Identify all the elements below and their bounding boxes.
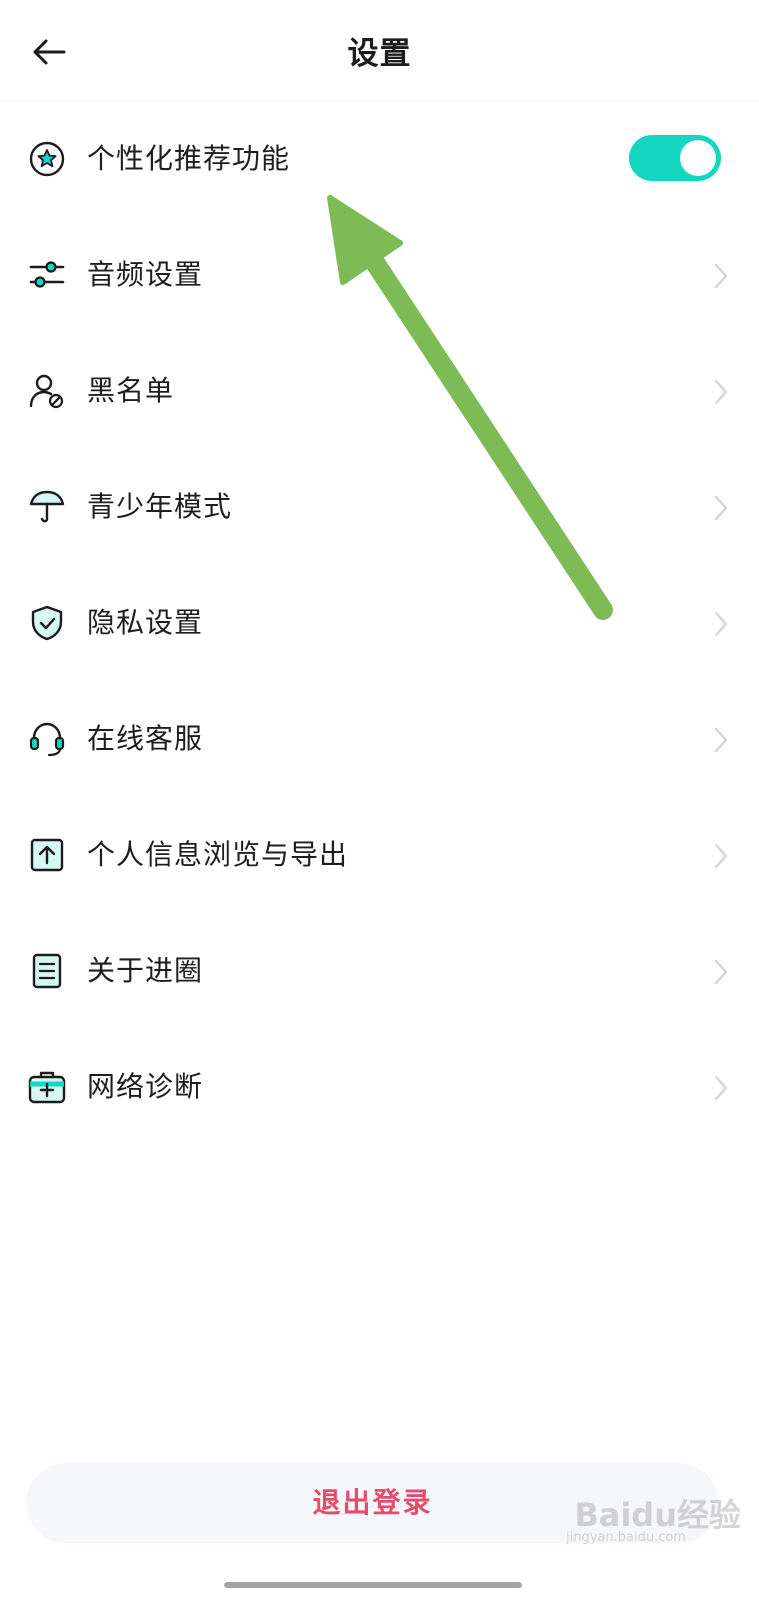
setting-label: 网络诊断 [87, 1070, 204, 1103]
chevron-right-icon [714, 727, 728, 753]
chevron-right-icon [714, 379, 728, 405]
umbrella-icon [29, 490, 65, 523]
setting-teen-mode[interactable]: 青少年模式 [0, 449, 759, 565]
chevron-right-icon [714, 843, 728, 869]
star-circle-icon [29, 141, 65, 177]
setting-label: 个性化推荐功能 [87, 142, 291, 175]
header-bar: 设置 [0, 0, 759, 101]
setting-privacy[interactable]: 隐私设置 [0, 565, 759, 681]
medical-kit-icon [28, 1071, 66, 1104]
setting-label: 音频设置 [87, 258, 204, 291]
setting-label: 个人信息浏览与导出 [87, 838, 349, 871]
setting-personalized-recommendation: 个性化推荐功能 [0, 101, 759, 217]
watermark-subtext: jingyan.baidu.com [566, 1530, 686, 1545]
chevron-right-icon [714, 959, 728, 985]
setting-label: 隐私设置 [87, 606, 204, 639]
setting-label: 黑名单 [87, 374, 175, 407]
personalized-recommendation-toggle[interactable] [629, 135, 721, 181]
sliders-icon [29, 261, 65, 288]
setting-label: 在线客服 [87, 722, 204, 755]
setting-label: 关于进圈 [87, 954, 204, 987]
shield-check-icon [31, 605, 63, 641]
chevron-right-icon [714, 1075, 728, 1101]
page-title: 设置 [347, 36, 412, 72]
home-indicator [224, 1582, 522, 1588]
setting-about[interactable]: 关于进圈 [0, 913, 759, 1029]
document-icon [32, 953, 62, 989]
setting-network-diagnosis[interactable]: 网络诊断 [0, 1029, 759, 1145]
chevron-right-icon [714, 495, 728, 521]
settings-list: 个性化推荐功能 音频设置 黑名单 青少年模式 隐私设置 在线客服 个人信息浏览与… [0, 101, 759, 1145]
toggle-knob [680, 140, 716, 176]
setting-audio[interactable]: 音频设置 [0, 217, 759, 333]
setting-personal-info-export[interactable]: 个人信息浏览与导出 [0, 797, 759, 913]
setting-label: 青少年模式 [87, 490, 233, 523]
chevron-right-icon [714, 263, 728, 289]
headset-icon [29, 722, 65, 757]
setting-blacklist[interactable]: 黑名单 [0, 333, 759, 449]
export-icon [30, 838, 64, 872]
watermark-logo: Baidu经验 jingyan.baidu.com [566, 1490, 741, 1560]
setting-customer-service[interactable]: 在线客服 [0, 681, 759, 797]
chevron-right-icon [714, 611, 728, 637]
user-blocked-icon [29, 374, 64, 409]
